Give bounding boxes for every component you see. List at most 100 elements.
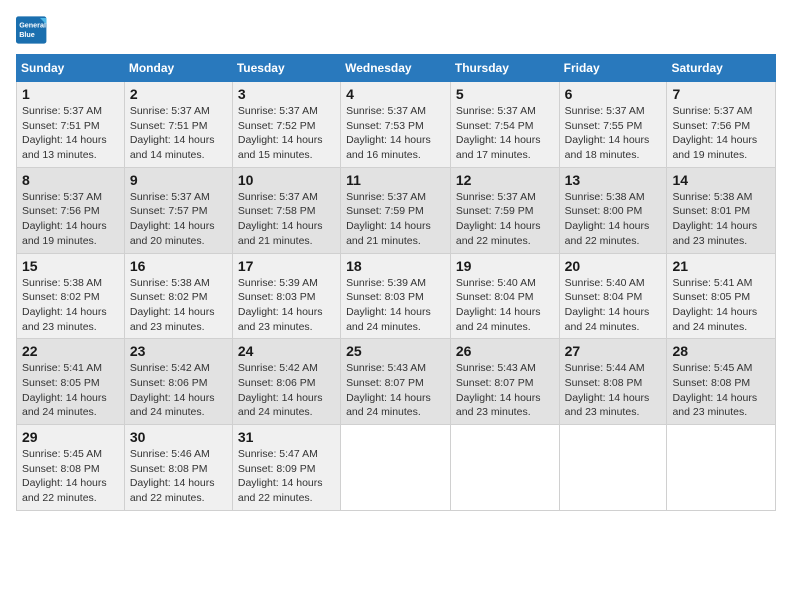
day-number: 14 — [672, 172, 770, 188]
calendar-cell: 11Sunrise: 5:37 AMSunset: 7:59 PMDayligh… — [341, 167, 451, 253]
calendar-cell — [450, 425, 559, 511]
day-number: 16 — [130, 258, 227, 274]
day-number: 27 — [565, 343, 662, 359]
day-detail: Sunrise: 5:37 AMSunset: 7:51 PMDaylight:… — [22, 104, 119, 163]
calendar-cell: 27 Sunrise: 5:44 AMSunset: 8:08 PMDayligh… — [559, 339, 667, 425]
calendar-cell: 2 Sunrise: 5:37 AMSunset: 7:51 PMDaylight… — [124, 82, 232, 168]
day-number: 31 — [238, 429, 335, 445]
day-number: 18 — [346, 258, 445, 274]
day-number: 25 — [346, 343, 445, 359]
day-number: 3 — [238, 86, 335, 102]
calendar-cell — [667, 425, 776, 511]
header-tuesday: Tuesday — [232, 55, 340, 82]
calendar-cell: 28Sunrise: 5:45 AMSunset: 8:08 PMDayligh… — [667, 339, 776, 425]
day-detail: Sunrise: 5:44 AMSunset: 8:08 PMDaylight:… — [565, 361, 662, 420]
day-detail: Sunrise: 5:38 AMSunset: 8:02 PMDaylight:… — [22, 276, 119, 335]
day-number: 9 — [130, 172, 227, 188]
day-detail: Sunrise: 5:40 AMSunset: 8:04 PMDaylight:… — [456, 276, 554, 335]
calendar-cell: 22 Sunrise: 5:41 AMSunset: 8:05 PMDayligh… — [17, 339, 125, 425]
day-number: 1 — [22, 86, 119, 102]
day-number: 10 — [238, 172, 335, 188]
calendar-cell: 24Sunrise: 5:42 AMSunset: 8:06 PMDayligh… — [232, 339, 340, 425]
calendar-cell: 26 Sunrise: 5:43 AMSunset: 8:07 PMDayligh… — [450, 339, 559, 425]
calendar-cell: 14Sunrise: 5:38 AMSunset: 8:01 PMDayligh… — [667, 167, 776, 253]
calendar-cell: 31 Sunrise: 5:47 AMSunset: 8:09 PMDayligh… — [232, 425, 340, 511]
day-detail: Sunrise: 5:37 AMSunset: 7:59 PMDaylight:… — [456, 190, 554, 249]
day-number: 15 — [22, 258, 119, 274]
calendar-cell: 18 Sunrise: 5:39 AMSunset: 8:03 PMDayligh… — [341, 253, 451, 339]
day-detail: Sunrise: 5:37 AMSunset: 7:59 PMDaylight:… — [346, 190, 445, 249]
day-number: 22 — [22, 343, 119, 359]
header-thursday: Thursday — [450, 55, 559, 82]
calendar-cell: 13 Sunrise: 5:38 AMSunset: 8:00 PMDayligh… — [559, 167, 667, 253]
day-detail: Sunrise: 5:37 AMSunset: 7:53 PMDaylight:… — [346, 104, 445, 163]
calendar-week-row: 22 Sunrise: 5:41 AMSunset: 8:05 PMDayligh… — [17, 339, 776, 425]
day-number: 26 — [456, 343, 554, 359]
calendar-week-row: 1 Sunrise: 5:37 AMSunset: 7:51 PMDaylight… — [17, 82, 776, 168]
header-saturday: Saturday — [667, 55, 776, 82]
day-number: 13 — [565, 172, 662, 188]
day-number: 17 — [238, 258, 335, 274]
day-detail: Sunrise: 5:37 AMSunset: 7:56 PMDaylight:… — [22, 190, 119, 249]
day-detail: Sunrise: 5:43 AMSunset: 8:07 PMDaylight:… — [456, 361, 554, 420]
day-number: 2 — [130, 86, 227, 102]
header-friday: Friday — [559, 55, 667, 82]
header-monday: Monday — [124, 55, 232, 82]
day-detail: Sunrise: 5:39 AMSunset: 8:03 PMDaylight:… — [346, 276, 445, 335]
day-number: 21 — [672, 258, 770, 274]
header-wednesday: Wednesday — [341, 55, 451, 82]
calendar-cell: 12 Sunrise: 5:37 AMSunset: 7:59 PMDayligh… — [450, 167, 559, 253]
day-detail: Sunrise: 5:41 AMSunset: 8:05 PMDaylight:… — [672, 276, 770, 335]
day-number: 29 — [22, 429, 119, 445]
calendar-week-row: 15 Sunrise: 5:38 AMSunset: 8:02 PMDayligh… — [17, 253, 776, 339]
day-detail: Sunrise: 5:45 AMSunset: 8:08 PMDaylight:… — [22, 447, 119, 506]
day-number: 6 — [565, 86, 662, 102]
calendar-cell: 8Sunrise: 5:37 AMSunset: 7:56 PMDaylight… — [17, 167, 125, 253]
calendar-cell: 10Sunrise: 5:37 AMSunset: 7:58 PMDayligh… — [232, 167, 340, 253]
day-detail: Sunrise: 5:37 AMSunset: 7:57 PMDaylight:… — [130, 190, 227, 249]
calendar-cell: 30 Sunrise: 5:46 AMSunset: 8:08 PMDayligh… — [124, 425, 232, 511]
calendar-cell: 9 Sunrise: 5:37 AMSunset: 7:57 PMDaylight… — [124, 167, 232, 253]
day-detail: Sunrise: 5:37 AMSunset: 7:51 PMDaylight:… — [130, 104, 227, 163]
calendar-cell — [341, 425, 451, 511]
svg-text:General: General — [19, 21, 46, 30]
calendar-cell: 15 Sunrise: 5:38 AMSunset: 8:02 PMDayligh… — [17, 253, 125, 339]
page-header: General Blue — [16, 16, 776, 44]
calendar-cell: 17 Sunrise: 5:39 AMSunset: 8:03 PMDayligh… — [232, 253, 340, 339]
calendar-cell: 25 Sunrise: 5:43 AMSunset: 8:07 PMDayligh… — [341, 339, 451, 425]
day-detail: Sunrise: 5:37 AMSunset: 7:52 PMDaylight:… — [238, 104, 335, 163]
calendar-cell: 7 Sunrise: 5:37 AMSunset: 7:56 PMDaylight… — [667, 82, 776, 168]
svg-text:Blue: Blue — [19, 30, 35, 39]
day-detail: Sunrise: 5:42 AMSunset: 8:06 PMDaylight:… — [130, 361, 227, 420]
calendar-cell: 5Sunrise: 5:37 AMSunset: 7:54 PMDaylight… — [450, 82, 559, 168]
day-detail: Sunrise: 5:47 AMSunset: 8:09 PMDaylight:… — [238, 447, 335, 506]
day-detail: Sunrise: 5:37 AMSunset: 7:55 PMDaylight:… — [565, 104, 662, 163]
day-detail: Sunrise: 5:37 AMSunset: 7:56 PMDaylight:… — [672, 104, 770, 163]
calendar-cell: 20Sunrise: 5:40 AMSunset: 8:04 PMDayligh… — [559, 253, 667, 339]
calendar-table: SundayMondayTuesdayWednesdayThursdayFrid… — [16, 54, 776, 511]
calendar-cell: 29 Sunrise: 5:45 AMSunset: 8:08 PMDayligh… — [17, 425, 125, 511]
calendar-header-row: SundayMondayTuesdayWednesdayThursdayFrid… — [17, 55, 776, 82]
day-number: 5 — [456, 86, 554, 102]
calendar-cell: 21 Sunrise: 5:41 AMSunset: 8:05 PMDayligh… — [667, 253, 776, 339]
calendar-cell: 6 Sunrise: 5:37 AMSunset: 7:55 PMDaylight… — [559, 82, 667, 168]
calendar-cell — [559, 425, 667, 511]
day-detail: Sunrise: 5:43 AMSunset: 8:07 PMDaylight:… — [346, 361, 445, 420]
general-blue-logo-icon: General Blue — [16, 16, 48, 44]
header-sunday: Sunday — [17, 55, 125, 82]
day-number: 4 — [346, 86, 445, 102]
day-detail: Sunrise: 5:39 AMSunset: 8:03 PMDaylight:… — [238, 276, 335, 335]
day-detail: Sunrise: 5:38 AMSunset: 8:00 PMDaylight:… — [565, 190, 662, 249]
calendar-cell: 3 Sunrise: 5:37 AMSunset: 7:52 PMDaylight… — [232, 82, 340, 168]
day-detail: Sunrise: 5:45 AMSunset: 8:08 PMDaylight:… — [672, 361, 770, 420]
calendar-cell: 23Sunrise: 5:42 AMSunset: 8:06 PMDayligh… — [124, 339, 232, 425]
day-number: 12 — [456, 172, 554, 188]
day-number: 30 — [130, 429, 227, 445]
logo: General Blue — [16, 16, 52, 44]
day-number: 7 — [672, 86, 770, 102]
day-detail: Sunrise: 5:41 AMSunset: 8:05 PMDaylight:… — [22, 361, 119, 420]
day-number: 19 — [456, 258, 554, 274]
calendar-cell: 19 Sunrise: 5:40 AMSunset: 8:04 PMDayligh… — [450, 253, 559, 339]
day-detail: Sunrise: 5:38 AMSunset: 8:02 PMDaylight:… — [130, 276, 227, 335]
day-detail: Sunrise: 5:46 AMSunset: 8:08 PMDaylight:… — [130, 447, 227, 506]
